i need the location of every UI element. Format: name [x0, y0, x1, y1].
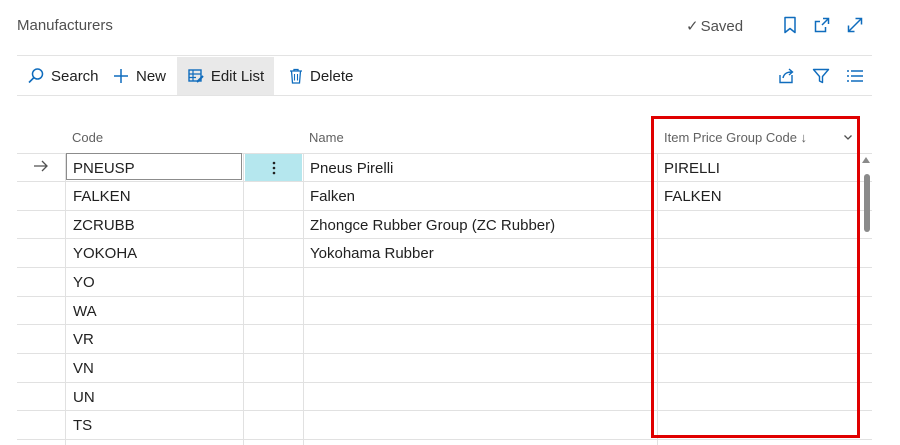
open-in-new-window-icon[interactable]: [812, 15, 832, 35]
filter-icon[interactable]: [811, 66, 831, 86]
header-divider: [17, 55, 872, 56]
search-icon: [28, 68, 44, 84]
new-button[interactable]: New: [112, 57, 166, 95]
plus-icon: [114, 69, 128, 83]
saved-status: ✓ Saved: [686, 17, 743, 35]
page-title: Manufacturers: [17, 17, 113, 34]
row-3-code[interactable]: ZCRUBB: [73, 217, 135, 234]
share-icon[interactable]: [777, 66, 797, 86]
row-1-code[interactable]: PNEUSP: [73, 160, 135, 177]
row-10-code[interactable]: TS: [73, 417, 92, 434]
vertical-scrollbar-thumb[interactable]: [864, 174, 870, 232]
scroll-up-arrow-icon[interactable]: [862, 157, 870, 163]
more-options-icon: [272, 161, 275, 174]
row-6-code[interactable]: WA: [73, 303, 97, 320]
expand-icon[interactable]: [845, 15, 865, 35]
bookmark-icon[interactable]: [780, 15, 800, 35]
row-4-name[interactable]: Yokohama Rubber: [310, 245, 434, 262]
row-3-name[interactable]: Zhongce Rubber Group (ZC Rubber): [310, 217, 555, 234]
row-5-code[interactable]: YO: [73, 274, 95, 291]
row-2-code[interactable]: FALKEN: [73, 188, 131, 205]
saved-label: Saved: [700, 18, 744, 35]
column-header-code[interactable]: Code: [72, 130, 103, 145]
row-9-code[interactable]: UN: [73, 389, 95, 406]
edit-list-button[interactable]: Edit List: [177, 57, 274, 95]
checkmark-icon: ✓: [686, 18, 699, 35]
column-header-name[interactable]: Name: [309, 130, 344, 145]
column-highlight-annotation: [651, 116, 860, 438]
current-row-arrow-icon: [33, 159, 49, 178]
row-actions-button[interactable]: [245, 154, 302, 181]
row-4-code[interactable]: YOKOHA: [73, 245, 137, 262]
row-8-code[interactable]: VN: [73, 360, 94, 377]
action-bar: Search New Edit List Delete: [17, 57, 872, 95]
row-7-code[interactable]: VR: [73, 331, 94, 348]
list-view-icon[interactable]: [845, 66, 865, 86]
delete-label: Delete: [310, 67, 354, 85]
row-1-name[interactable]: Pneus Pirelli: [310, 160, 393, 177]
toolbar-divider: [17, 95, 872, 96]
delete-button[interactable]: Delete: [288, 57, 353, 95]
search-label: Search: [51, 67, 99, 85]
row-2-name[interactable]: Falken: [310, 188, 355, 205]
search-button[interactable]: Search: [27, 57, 99, 95]
edit-list-icon: [188, 69, 204, 83]
new-label: New: [136, 67, 167, 85]
trash-icon: [290, 68, 302, 84]
edit-list-label: Edit List: [210, 67, 265, 85]
